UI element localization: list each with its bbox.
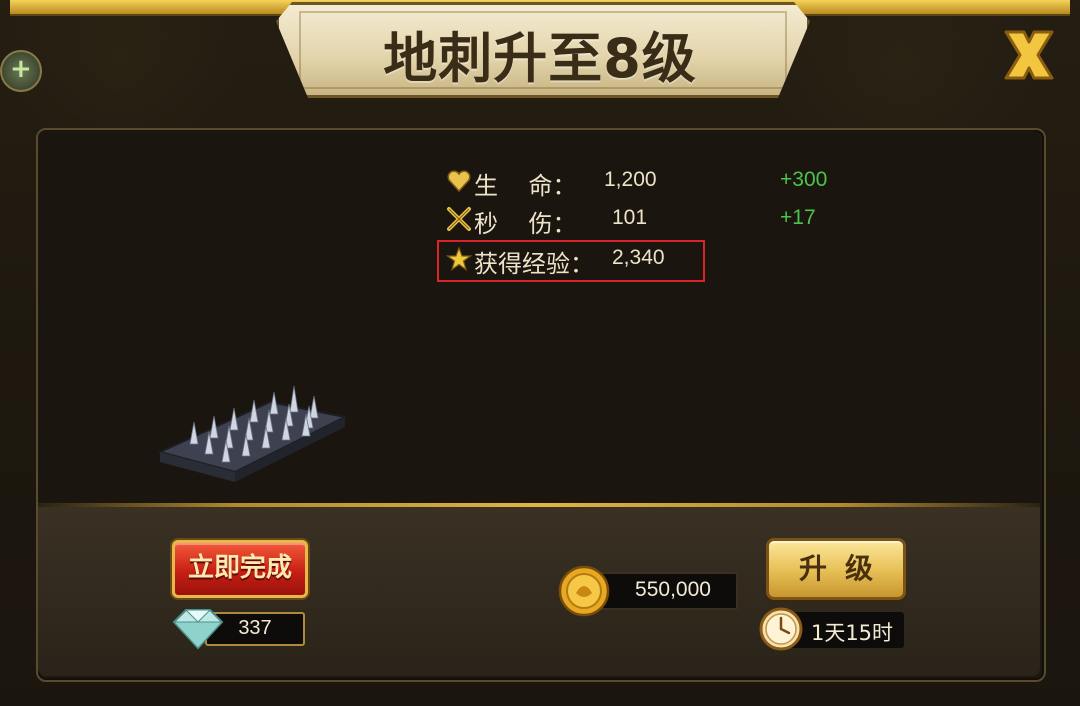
highlight-box — [437, 240, 705, 282]
crossed-swords-icon — [447, 207, 471, 231]
upgrade-time: 1天15时 — [810, 621, 894, 645]
stat-bonus: +17 — [780, 206, 816, 229]
finish-now-button[interactable]: 立即完成 — [172, 540, 308, 598]
gem-cost: 337 — [238, 617, 272, 639]
stat-row-health: 生 命： 1,200 +300 — [446, 166, 866, 200]
gold-cost: 550,000 — [635, 578, 711, 601]
clock-icon — [759, 607, 803, 651]
dialog-title: 地刺升至8级 — [383, 27, 697, 90]
upgrade-button[interactable]: 升级 — [766, 538, 906, 600]
stat-label: 生 命： — [474, 172, 577, 200]
heart-icon — [447, 170, 471, 193]
stat-label: 秒 伤： — [474, 210, 577, 238]
stat-value: 101 — [612, 206, 648, 229]
stat-bonus: +300 — [780, 168, 828, 191]
close-icon — [1004, 30, 1054, 80]
stat-row-dps: 秒 伤： 101 +17 — [446, 204, 866, 238]
plus-icon[interactable]: + — [0, 50, 42, 92]
close-button[interactable] — [998, 24, 1060, 86]
stat-value: 1,200 — [604, 168, 657, 191]
spike-trap-image — [157, 385, 349, 482]
